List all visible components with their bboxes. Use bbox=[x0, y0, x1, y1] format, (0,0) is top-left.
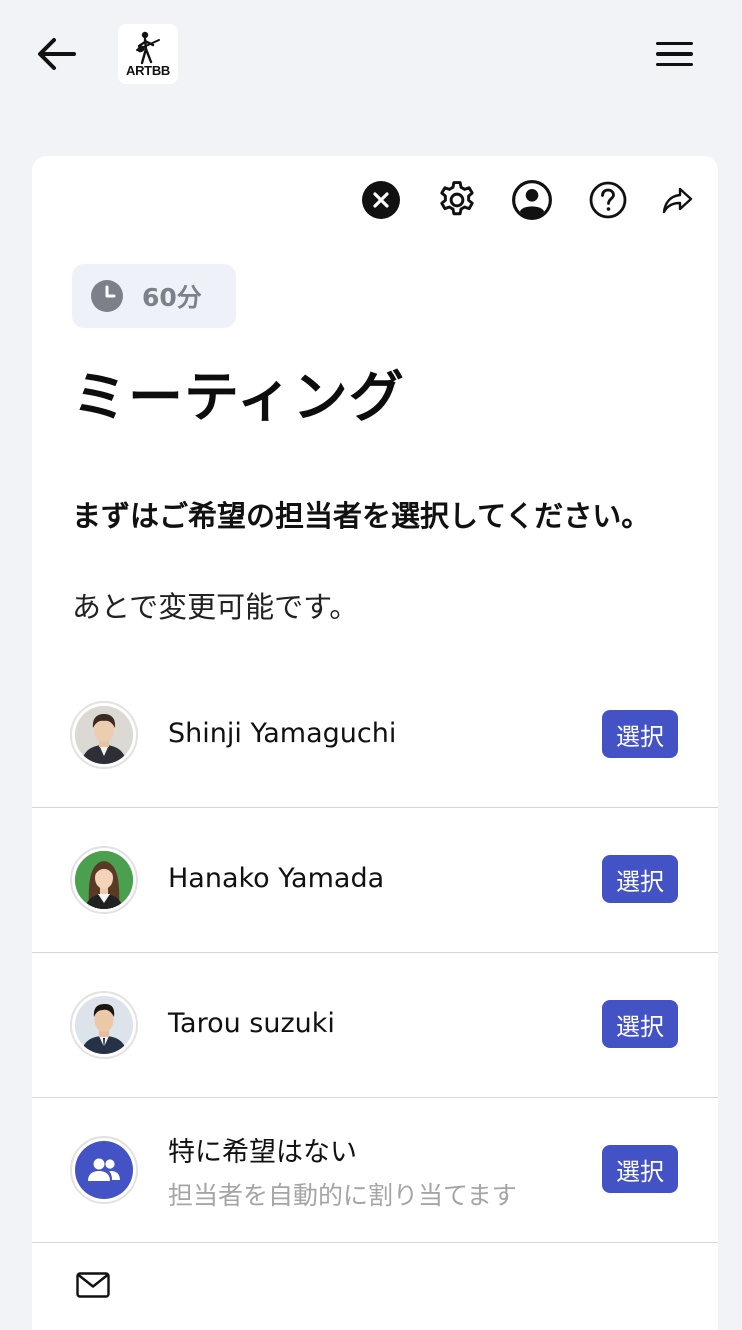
select-button[interactable]: 選択 bbox=[602, 1145, 678, 1193]
staff-row[interactable]: Tarou suzuki 選択 bbox=[32, 953, 718, 1098]
avatar bbox=[70, 1136, 138, 1204]
staff-row[interactable]: 特に希望はない 担当者を自動的に割り当てます 選択 bbox=[32, 1098, 718, 1243]
top-bar: ARTBB bbox=[0, 0, 742, 110]
staff-name: Shinji Yamaguchi bbox=[168, 718, 397, 749]
avatar bbox=[70, 701, 138, 769]
booking-card: 60分 ミーティング まずはご希望の担当者を選択してください。 あとで変更可能で… bbox=[32, 156, 718, 1330]
select-button[interactable]: 選択 bbox=[602, 710, 678, 758]
select-button[interactable]: 選択 bbox=[602, 855, 678, 903]
brand-logo[interactable]: ARTBB bbox=[118, 24, 178, 84]
menu-icon-bar bbox=[655, 41, 693, 46]
staff-name: 特に希望はない bbox=[168, 1137, 357, 1168]
group-users-icon bbox=[88, 1158, 120, 1181]
close-button[interactable] bbox=[359, 178, 403, 222]
duration-badge: 60分 bbox=[72, 264, 236, 328]
menu-icon-bar bbox=[655, 62, 693, 67]
staff-list: Shinji Yamaguchi 選択 Hanako Yamada 選択 Tar… bbox=[32, 663, 718, 1243]
avatar bbox=[70, 991, 138, 1059]
settings-button[interactable] bbox=[435, 178, 479, 222]
share-icon bbox=[662, 187, 693, 214]
person-photo-icon bbox=[75, 706, 133, 764]
staff-row[interactable]: Hanako Yamada 選択 bbox=[32, 808, 718, 953]
close-icon bbox=[362, 181, 400, 219]
arrow-left-icon bbox=[38, 38, 76, 70]
person-photo-icon bbox=[75, 996, 133, 1054]
guitarist-logo-icon bbox=[136, 31, 160, 64]
email-button[interactable] bbox=[74, 1266, 112, 1304]
share-button[interactable] bbox=[656, 178, 700, 222]
duration-text: 60分 bbox=[142, 283, 202, 312]
avatar bbox=[70, 846, 138, 914]
gear-icon bbox=[440, 181, 474, 216]
back-button[interactable] bbox=[32, 30, 80, 78]
logo-text: ARTBB bbox=[126, 62, 170, 78]
clock-icon bbox=[91, 280, 123, 312]
staff-name: Hanako Yamada bbox=[168, 863, 385, 894]
staff-subtext: 担当者を自動的に割り当てます bbox=[168, 1181, 517, 1210]
instruction-text: まずはご希望の担当者を選択してください。 bbox=[72, 499, 651, 533]
instruction-subtext: あとで変更可能です。 bbox=[72, 590, 359, 624]
mail-icon bbox=[76, 1272, 110, 1298]
help-icon bbox=[589, 181, 627, 219]
account-button[interactable] bbox=[510, 178, 554, 222]
help-button[interactable] bbox=[586, 178, 630, 222]
user-icon bbox=[512, 180, 552, 220]
page-title: ミーティング bbox=[72, 365, 405, 429]
person-photo-icon bbox=[75, 851, 133, 909]
hamburger-menu-button[interactable] bbox=[650, 32, 698, 76]
select-button[interactable]: 選択 bbox=[602, 1000, 678, 1048]
staff-name: Tarou suzuki bbox=[168, 1008, 335, 1039]
staff-row[interactable]: Shinji Yamaguchi 選択 bbox=[32, 663, 718, 808]
menu-icon-bar bbox=[655, 52, 693, 56]
